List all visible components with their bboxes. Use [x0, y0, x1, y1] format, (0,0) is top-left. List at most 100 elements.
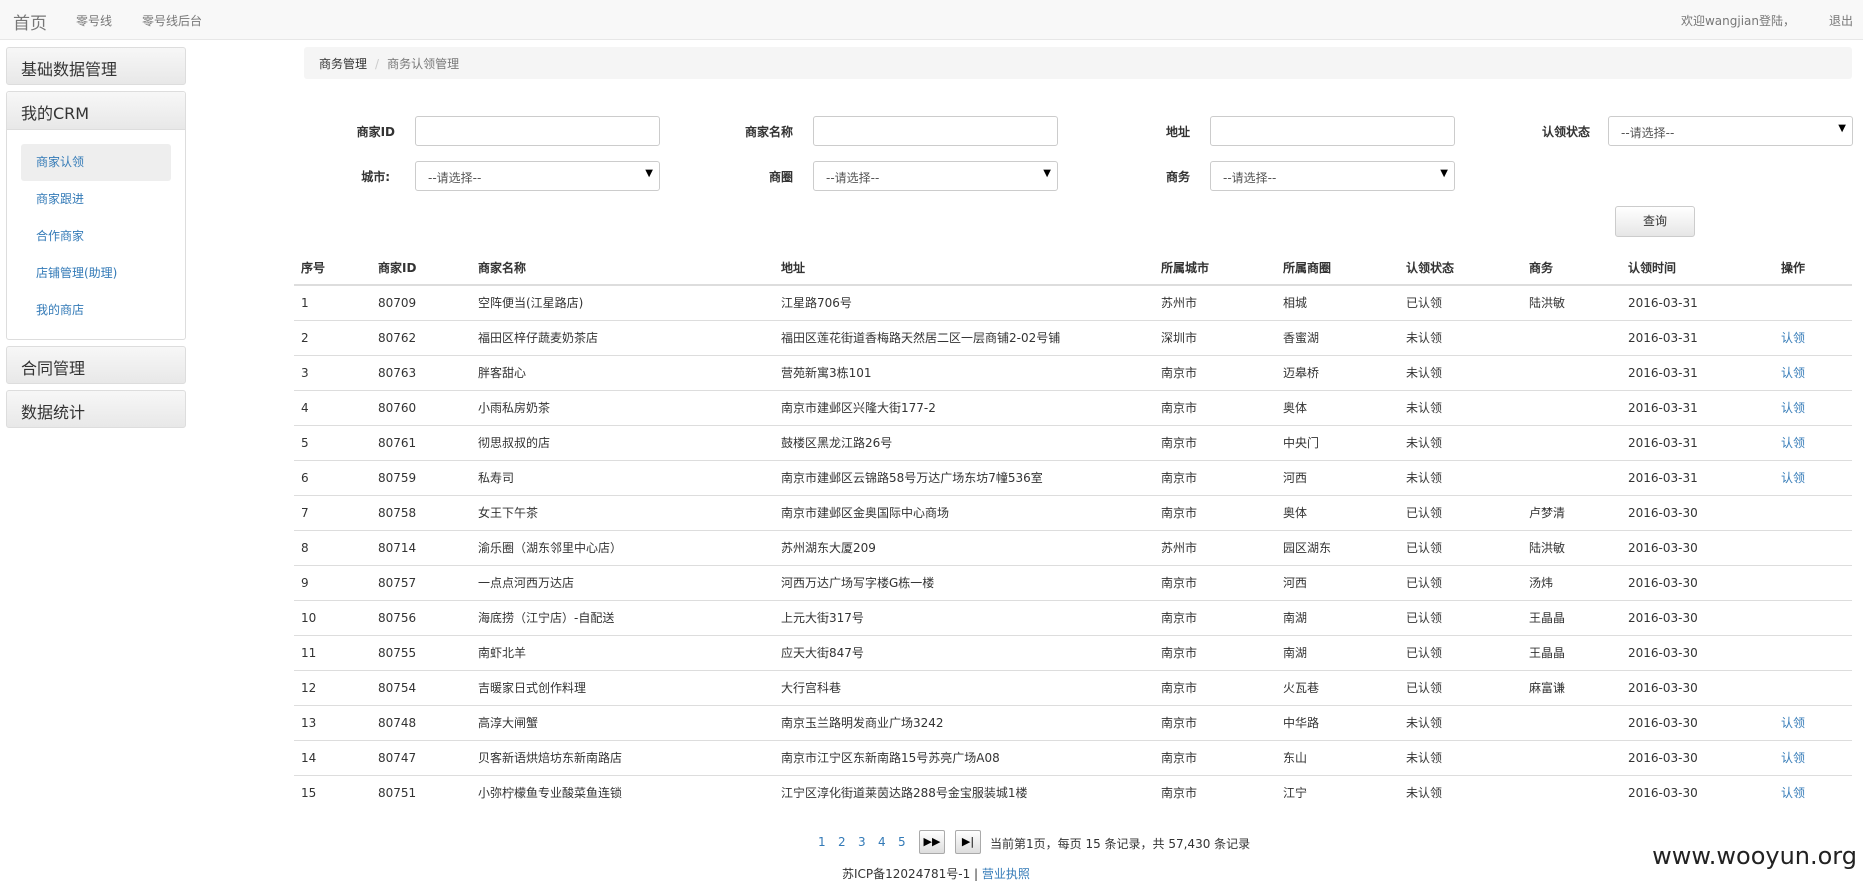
top-navbar: 首页 零号线 零号线后台 欢迎wangjian登陆， 退出: [0, 0, 1863, 40]
table-cell: [1522, 389, 1621, 425]
sidebar-item-merchant-follow[interactable]: 商家跟进: [21, 181, 171, 218]
table-cell: [1522, 459, 1621, 495]
table-cell: 13: [294, 704, 371, 740]
table-cell: 80763: [371, 354, 471, 390]
table-cell: 5: [294, 424, 371, 460]
table-cell: 女王下午茶: [471, 494, 774, 530]
sidebar-stats[interactable]: 数据统计: [6, 390, 186, 428]
merchant-id-input[interactable]: [415, 116, 660, 146]
breadcrumb: 商务管理 / 商务认领管理: [304, 47, 1852, 79]
table-cell: 南京市: [1154, 774, 1276, 810]
table-row: 8 80714 渝乐圈（湖东邻里中心店） 苏州湖东大厦209 苏州市 园区湖东 已认领 陆洪敏…: [294, 529, 1852, 565]
table-cell: 中华路: [1276, 704, 1399, 740]
sidebar-item-partner-merchants[interactable]: 合作商家: [21, 218, 171, 255]
claim-action-link[interactable]: 认领: [1774, 354, 1852, 390]
table-cell: 80714: [371, 529, 471, 565]
table-cell: 东山: [1276, 739, 1399, 775]
table-cell: 80709: [371, 284, 471, 320]
table-cell: 80758: [371, 494, 471, 530]
address-input[interactable]: [1210, 116, 1455, 146]
table-cell: [1522, 424, 1621, 460]
page-link-1[interactable]: 1: [818, 835, 826, 849]
home-link[interactable]: 首页: [13, 9, 47, 34]
table-cell: 80760: [371, 389, 471, 425]
table-cell: 中央门: [1276, 424, 1399, 460]
table-cell: 高淳大闸蟹: [471, 704, 774, 740]
area-select-value: --请选择--: [826, 171, 880, 185]
query-button[interactable]: 查询: [1615, 206, 1695, 237]
table-cell: 2016-03-30: [1621, 669, 1774, 705]
table-cell: 80757: [371, 564, 471, 600]
sidebar: 基础数据管理 我的CRM 商家认领 商家跟进 合作商家 店铺管理(助理) 我的商…: [6, 47, 186, 434]
table-row: 5 80761 彻思叔叔的店 鼓楼区黑龙江路26号 南京市 中央门 未认领 2016-03-3…: [294, 424, 1852, 460]
business-license-link[interactable]: 营业执照: [982, 867, 1030, 881]
table-cell: 2016-03-30: [1621, 634, 1774, 670]
col-header: 商家ID: [371, 250, 471, 286]
col-header: 认领时间: [1621, 250, 1774, 286]
sidebar-item-merchant-claim[interactable]: 商家认领: [21, 144, 171, 181]
claim-action-link: [1774, 564, 1852, 600]
table-row: 13 80748 高淳大闸蟹 南京玉兰路明发商业广场3242 南京市 中华路 未认领 2016…: [294, 704, 1852, 740]
table-cell: 已认领: [1399, 284, 1522, 320]
table-cell: 南湖: [1276, 599, 1399, 635]
area-select[interactable]: --请选择-- ▼: [813, 161, 1058, 191]
table-cell: 汤炜: [1522, 564, 1621, 600]
col-header: 地址: [774, 250, 1154, 286]
table-cell: 贝客新语烘焙坊东新南路店: [471, 739, 774, 775]
logout-link[interactable]: 退出: [1829, 12, 1853, 29]
next-page-icon[interactable]: ▶▶: [919, 830, 945, 854]
table-cell: 80755: [371, 634, 471, 670]
table-cell: 2016-03-31: [1621, 459, 1774, 495]
table-cell: 南京市: [1154, 389, 1276, 425]
claim-action-link: [1774, 599, 1852, 635]
claim-action-link[interactable]: 认领: [1774, 459, 1852, 495]
table-cell: 空阵便当(江星路店): [471, 284, 774, 320]
page-link-5[interactable]: 5: [898, 835, 906, 849]
table-body: 1 80709 空阵便当(江星路店) 江星路706号 苏州市 相城 已认领 陆洪敏 2016-0…: [294, 284, 1852, 810]
table-cell: 80747: [371, 739, 471, 775]
last-page-icon[interactable]: ▶|: [955, 830, 981, 854]
merchant-name-input[interactable]: [813, 116, 1058, 146]
page-link-4[interactable]: 4: [878, 835, 886, 849]
table-cell: 2016-03-31: [1621, 389, 1774, 425]
claim-action-link[interactable]: 认领: [1774, 319, 1852, 355]
breadcrumb-parent[interactable]: 商务管理: [319, 57, 367, 71]
table-cell: 应天大街847号: [774, 634, 1154, 670]
footer: 苏ICP备12024781号-1 | 营业执照: [842, 865, 1030, 882]
table-cell: 15: [294, 774, 371, 810]
sidebar-crm[interactable]: 我的CRM: [7, 92, 185, 130]
table-cell: 河西万达广场写字楼G栋一楼: [774, 564, 1154, 600]
city-label: 城市:: [361, 170, 390, 184]
claim-action-link[interactable]: 认领: [1774, 424, 1852, 460]
table-cell: 陆洪敏: [1522, 529, 1621, 565]
claim-action-link[interactable]: 认领: [1774, 774, 1852, 810]
chevron-down-icon: ▼: [1838, 123, 1846, 134]
table-cell: 11: [294, 634, 371, 670]
sidebar-base-data[interactable]: 基础数据管理: [6, 47, 186, 85]
page-link-2[interactable]: 2: [838, 835, 846, 849]
claim-action-link[interactable]: 认领: [1774, 739, 1852, 775]
city-select[interactable]: --请选择-- ▼: [415, 161, 660, 191]
sidebar-item-my-shops[interactable]: 我的商店: [21, 292, 171, 329]
table-cell: 南京市: [1154, 424, 1276, 460]
claim-action-link[interactable]: 认领: [1774, 704, 1852, 740]
bd-select[interactable]: --请选择-- ▼: [1210, 161, 1455, 191]
bd-label: 商务: [1165, 170, 1190, 184]
nav-link-zero-line[interactable]: 零号线: [76, 12, 112, 29]
sidebar-contract[interactable]: 合同管理: [6, 346, 186, 384]
table-row: 11 80755 南虾北羊 应天大街847号 南京市 南湖 已认领 王晶晶 2016-03-30: [294, 634, 1852, 670]
sidebar-item-shop-management[interactable]: 店铺管理(助理): [21, 255, 171, 292]
page-link-3[interactable]: 3: [858, 835, 866, 849]
claim-action-link[interactable]: 认领: [1774, 389, 1852, 425]
table-cell: 未认领: [1399, 354, 1522, 390]
claim-action-link: [1774, 529, 1852, 565]
table-row: 4 80760 小雨私房奶茶 南京市建邺区兴隆大街177-2 南京市 奥体 未认领 2016-…: [294, 389, 1852, 425]
nav-link-zero-line-admin[interactable]: 零号线后台: [142, 12, 202, 29]
table-cell: 80761: [371, 424, 471, 460]
table-cell: 已认领: [1399, 529, 1522, 565]
table-row: 7 80758 女王下午茶 南京市建邺区金奥国际中心商场 南京市 奥体 已认领 卢梦清 2016…: [294, 494, 1852, 530]
table-row: 3 80763 胖客甜心 营苑新寓3栋101 南京市 迈皋桥 未认领 2016-03-31 认领: [294, 354, 1852, 390]
claim-status-select[interactable]: --请选择-- ▼: [1608, 116, 1853, 146]
table-cell: 2: [294, 319, 371, 355]
watermark: www.wooyun.org: [1652, 842, 1857, 870]
